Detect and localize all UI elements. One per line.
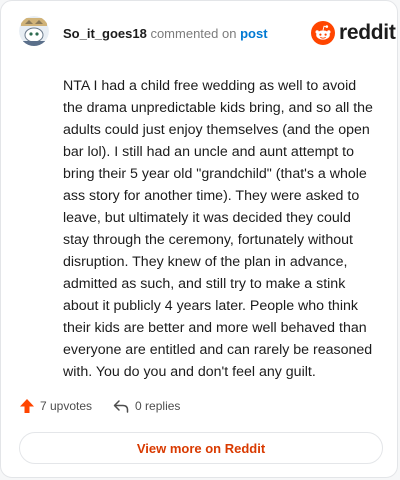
reply-stat[interactable]: 0 replies: [112, 398, 180, 414]
reddit-alien-icon: [311, 21, 335, 45]
user-avatar[interactable]: [19, 16, 49, 46]
reddit-logo[interactable]: reddit: [311, 21, 396, 45]
upvote-stat[interactable]: 7 upvotes: [19, 398, 92, 414]
comment-footer: 7 upvotes 0 replies: [19, 398, 200, 414]
username-link[interactable]: So_it_goes18: [63, 26, 147, 41]
post-link[interactable]: post: [240, 26, 267, 41]
view-more-button[interactable]: View more on Reddit: [19, 432, 383, 464]
upvote-count: 7 upvotes: [40, 399, 93, 413]
comment-body: NTA I had a child free wedding as well t…: [63, 78, 373, 380]
reply-count: 0 replies: [135, 399, 181, 413]
action-text: commented on: [150, 26, 237, 41]
snoo-avatar-icon: [19, 16, 49, 46]
comment-meta: So_it_goes18 commented on post: [63, 26, 268, 42]
comment-embed-card: So_it_goes18 commented on post reddit NT…: [0, 0, 398, 478]
reply-arrow-icon: [113, 400, 129, 413]
reddit-wordmark: reddit: [339, 21, 396, 44]
upvote-arrow-icon: [20, 399, 34, 413]
